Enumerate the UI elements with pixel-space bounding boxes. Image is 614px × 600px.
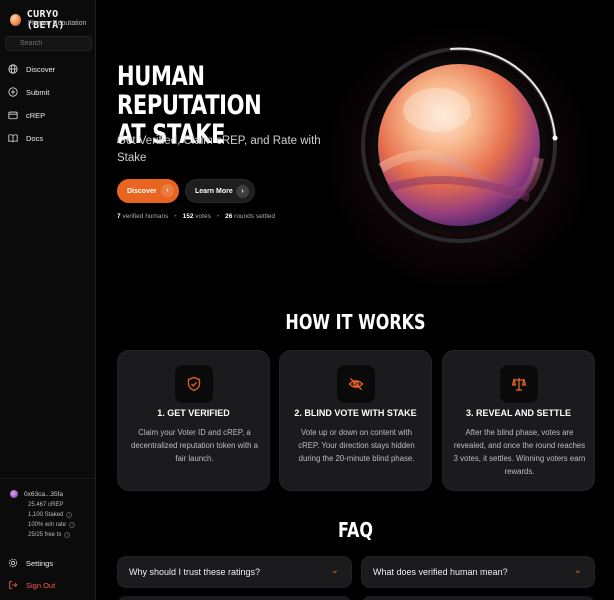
avatar <box>10 490 18 498</box>
info-icon[interactable]: i <box>69 522 76 528</box>
faq-item-partial[interactable] <box>117 596 352 600</box>
wallet-staked: 1,100 Staked i <box>28 512 90 518</box>
step-card-reveal: 3. REVEAL AND SETTLE After the blind pha… <box>442 350 595 491</box>
shield-check-icon <box>175 365 213 403</box>
sidebar-item-label: Docs <box>26 133 44 143</box>
sidebar-item-label: Submit <box>26 87 50 97</box>
faq-question: Why should I trust these ratings? <box>129 567 261 577</box>
stat-votes: 152 votes <box>183 213 211 220</box>
sidebar-item-label: Sign Out <box>26 580 56 590</box>
hero-stats: 7 verified humans • 152 votes • 26 round… <box>117 213 275 220</box>
main-content: HUMAN REPUTATION AT STAKE Get Verified, … <box>97 0 614 600</box>
sidebar: CURYO (BETA) Human Reputation Discover S… <box>0 0 96 600</box>
sidebar-divider <box>0 478 96 479</box>
book-icon <box>8 133 18 143</box>
sidebar-item-label: cREP <box>26 110 46 120</box>
faq-title: FAQ <box>337 518 374 542</box>
discover-button-label: Discover <box>127 187 157 195</box>
info-icon[interactable]: i <box>64 532 71 538</box>
orb-illustration <box>361 47 558 243</box>
discover-button[interactable]: Discover › <box>117 179 179 203</box>
faq-item-partial[interactable] <box>361 596 595 600</box>
sidebar-item-submit[interactable]: Submit <box>8 87 49 97</box>
sign-out-icon <box>8 580 18 590</box>
chevron-right-icon: › <box>161 184 174 197</box>
gear-icon <box>8 558 18 568</box>
wallet-panel: 0x63ca...35fa 25.467 cREP 1,100 Staked i… <box>10 490 90 538</box>
hero-orb <box>319 18 599 298</box>
plus-circle-icon <box>8 87 18 97</box>
wallet-free-tx: 25/25 free tx i <box>28 532 90 538</box>
globe-icon <box>8 64 18 74</box>
stat-humans: 7 verified humans <box>117 213 168 220</box>
hero-title-line1: HUMAN REPUTATION <box>117 61 262 121</box>
step-card-body: Vote up or down on content with cREP. Yo… <box>298 428 415 463</box>
step-card-title: 2. BLIND VOTE WITH STAKE <box>294 408 417 418</box>
chevron-right-icon: › <box>236 185 249 198</box>
sidebar-item-signout[interactable]: Sign Out <box>8 580 55 590</box>
step-card-title: 1. GET VERIFIED <box>157 408 230 418</box>
scale-icon <box>500 365 538 403</box>
wallet-balance: 25.467 cREP <box>28 502 90 508</box>
step-card-verified: 1. GET VERIFIED Claim your Voter ID and … <box>117 350 270 491</box>
wallet-free-tx-text: 25/25 free tx <box>28 532 62 538</box>
sidebar-item-discover[interactable]: Discover <box>8 64 55 74</box>
brand-logo-icon <box>10 14 21 26</box>
faq-item-trust[interactable]: Why should I trust these ratings? ⌄ <box>117 556 352 588</box>
sidebar-item-crep[interactable]: cREP <box>8 110 45 120</box>
wallet-win-rate: 100% win rate i <box>28 522 90 528</box>
sidebar-item-settings[interactable]: Settings <box>8 558 53 568</box>
how-it-works-title: HOW IT WORKS <box>285 310 426 334</box>
eye-off-icon <box>337 365 375 403</box>
learn-more-button-label: Learn More <box>195 187 233 195</box>
stat-rounds-label: rounds settled <box>234 213 275 220</box>
brand-subtitle: Human Reputation <box>28 20 87 27</box>
step-card-title: 3. REVEAL AND SETTLE <box>465 408 572 418</box>
stat-rounds: 26 rounds settled <box>225 213 275 220</box>
separator-dot: • <box>174 213 177 220</box>
wallet-address[interactable]: 0x63ca...35fa <box>10 490 90 498</box>
hero-subtitle: Get Verified, Claim cREP, and Rate with … <box>117 135 321 164</box>
faq-question: What does verified human mean? <box>373 567 508 577</box>
wallet-win-rate-text: 100% win rate <box>28 522 67 528</box>
wallet-staked-text: 1,100 Staked <box>28 512 64 518</box>
wallet-balance-text: 25.467 cREP <box>28 502 64 508</box>
chevron-down-icon: ⌄ <box>573 565 582 576</box>
sidebar-item-label: Settings <box>26 558 54 568</box>
sidebar-item-label: Discover <box>26 64 56 74</box>
step-card-body: Claim your Voter ID and cREP, a decentra… <box>131 428 258 463</box>
stat-humans-value: 7 <box>117 213 121 220</box>
learn-more-button[interactable]: Learn More › <box>185 179 255 203</box>
step-card-body: After the blind phase, votes are reveale… <box>453 428 586 476</box>
wallet-icon <box>8 110 18 120</box>
faq-item-verified-human[interactable]: What does verified human mean? ⌄ <box>361 556 595 588</box>
step-card-blind-vote: 2. BLIND VOTE WITH STAKE Vote up or down… <box>279 350 432 491</box>
wallet-address-text: 0x63ca...35fa <box>24 490 64 498</box>
info-icon[interactable]: i <box>66 512 73 518</box>
search-input[interactable] <box>5 36 92 51</box>
stat-rounds-value: 26 <box>225 213 233 220</box>
stat-votes-label: votes <box>195 213 211 220</box>
stat-votes-value: 152 <box>182 213 194 220</box>
sidebar-item-docs[interactable]: Docs <box>8 133 43 143</box>
separator-dot: • <box>216 213 220 220</box>
chevron-down-icon: ⌄ <box>330 565 339 576</box>
stat-humans-label: verified humans <box>122 213 169 220</box>
